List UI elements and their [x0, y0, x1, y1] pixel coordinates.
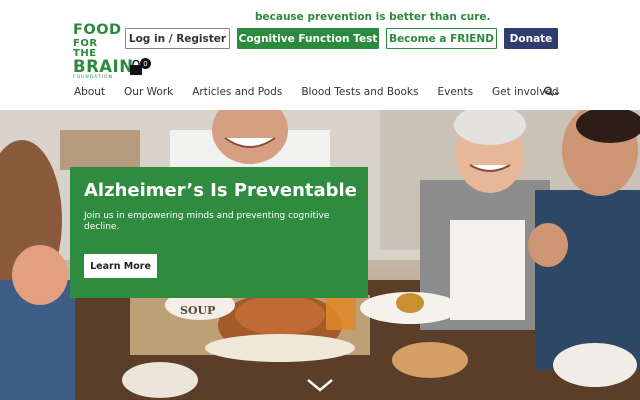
logo-line-3: BRAIN: [73, 56, 134, 76]
nav-item-events[interactable]: Events: [437, 86, 473, 98]
nav-item-our-work[interactable]: Our Work: [124, 86, 173, 98]
learn-more-button[interactable]: Learn More: [84, 254, 157, 278]
become-friend-button[interactable]: Become a FRIEND: [386, 28, 497, 49]
logo-line-1: FOOD: [73, 22, 122, 38]
logo-line-2: FOR THE: [73, 37, 98, 59]
soup-sign: SOUP: [180, 304, 215, 317]
logo-line-4: FOUNDATION: [73, 75, 113, 80]
login-register-button[interactable]: Log in / Register: [125, 28, 230, 49]
chevron-down-icon[interactable]: [306, 377, 334, 393]
hero-title: Alzheimer’s Is Preventable: [84, 180, 357, 201]
cognitive-function-test-button[interactable]: Cognitive Function Test: [237, 28, 379, 49]
main-nav: About Our Work Articles and Pods Blood T…: [74, 86, 559, 98]
nav-item-articles-and-pods[interactable]: Articles and Pods: [192, 86, 282, 98]
hero-subtitle: Join us in empowering minds and preventi…: [84, 211, 330, 232]
cart-count-badge: 0: [140, 58, 151, 69]
site-logo[interactable]: FOOD FOR THE BRAIN FOUNDATION: [73, 22, 134, 81]
hero-card: Alzheimer’s Is Preventable Join us in em…: [70, 167, 368, 298]
search-icon[interactable]: [543, 86, 561, 98]
tagline: because prevention is better than cure.: [255, 11, 491, 23]
site-header: FOOD FOR THE BRAIN FOUNDATION because pr…: [0, 0, 640, 110]
donate-button[interactable]: Donate: [504, 28, 558, 49]
hero-banner: SOUP Alzheimer’s Is Preventable Join us …: [0, 110, 640, 400]
nav-item-blood-tests-and-books[interactable]: Blood Tests and Books: [301, 86, 418, 98]
nav-item-about[interactable]: About: [74, 86, 105, 98]
